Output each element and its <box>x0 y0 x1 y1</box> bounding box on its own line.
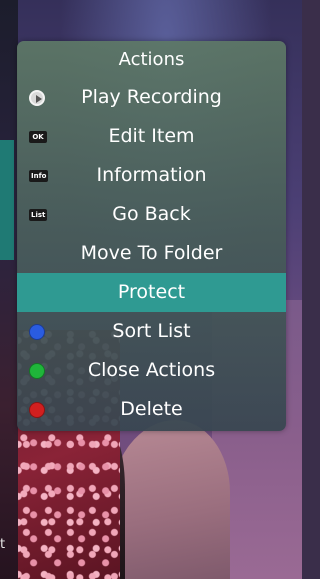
background-partial-text: t <box>0 537 6 552</box>
info-key-icon: Info <box>29 169 49 182</box>
menu-item-edit-item[interactable]: OK Edit Item <box>17 117 286 156</box>
menu-item-label: Play Recording <box>81 86 222 108</box>
menu-item-label: Move To Folder <box>80 242 223 264</box>
red-button-icon <box>29 401 45 418</box>
menu-item-go-back[interactable]: List Go Back <box>17 195 286 234</box>
menu-item-protect[interactable]: Protect <box>17 273 286 312</box>
menu-item-label: Go Back <box>112 203 191 225</box>
ok-key-icon: OK <box>29 130 47 143</box>
background-left-highlight <box>0 140 14 260</box>
menu-item-label: Edit Item <box>108 125 195 147</box>
menu-item-play-recording[interactable]: Play Recording <box>17 78 286 117</box>
menu-item-information[interactable]: Info Information <box>17 156 286 195</box>
menu-item-label: Sort List <box>112 320 191 342</box>
play-icon <box>29 89 45 106</box>
menu-item-sort-list[interactable]: Sort List <box>17 312 286 351</box>
menu-item-delete[interactable]: Delete <box>17 390 286 429</box>
list-key-icon: List <box>29 208 48 221</box>
menu-item-label: Protect <box>117 281 186 303</box>
menu-item-label: Information <box>96 164 207 186</box>
blue-button-icon <box>29 323 45 340</box>
background-left-strip <box>0 0 18 579</box>
menu-item-close-actions[interactable]: Close Actions <box>17 351 286 390</box>
actions-title: Actions <box>118 49 185 70</box>
green-button-icon <box>29 362 45 379</box>
actions-menu-list: Play Recording OK Edit Item Info Informa… <box>17 78 286 429</box>
menu-item-label: Delete <box>120 398 183 420</box>
actions-panel: Actions Play Recording OK Edit Item Info… <box>17 41 286 431</box>
menu-item-move-to-folder[interactable]: Move To Folder <box>17 234 286 273</box>
menu-item-label: Close Actions <box>87 359 216 381</box>
